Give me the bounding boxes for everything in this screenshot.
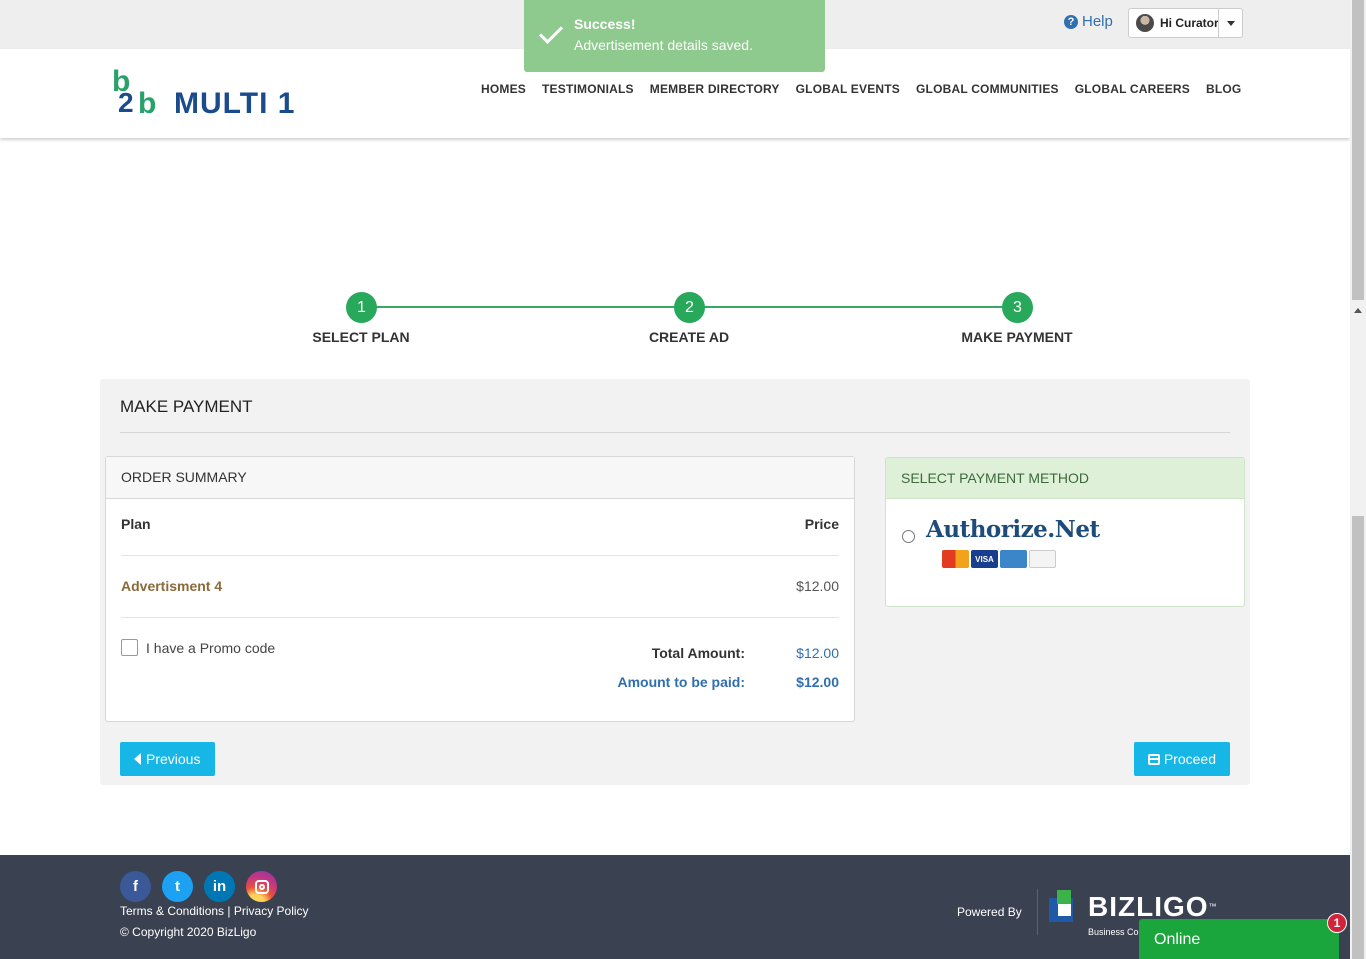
nav-testimonials[interactable]: TESTIMONIALS <box>534 82 642 96</box>
logo-mark: b 2 b <box>112 67 170 123</box>
order-summary-card: ORDER SUMMARY Plan Price Advertisment 4 … <box>105 456 855 722</box>
toast-message: Advertisement details saved. <box>574 37 753 53</box>
proceed-label: Proceed <box>1163 751 1216 767</box>
scrollbar-thumb[interactable] <box>1352 516 1364 959</box>
nav-global-careers[interactable]: GLOBAL CAREERS <box>1067 82 1198 96</box>
avatar <box>1136 14 1154 32</box>
promo-code-label: I have a Promo code <box>146 639 276 656</box>
step-2-label: CREATE AD <box>648 329 730 345</box>
previous-label: Previous <box>146 751 201 767</box>
user-menu-toggle[interactable] <box>1218 9 1242 37</box>
divider <box>121 617 839 618</box>
chat-notification-badge: 1 <box>1327 913 1347 933</box>
terms-link[interactable]: Terms & Conditions <box>120 904 224 918</box>
payment-method-heading: SELECT PAYMENT METHOD <box>886 458 1244 499</box>
main-nav: HOMES TESTIMONIALS MEMBER DIRECTORY GLOB… <box>473 82 1249 96</box>
plan-price: $12.00 <box>796 578 839 594</box>
credit-card-icon <box>1148 753 1160 765</box>
bizligo-tm: ™ <box>1208 902 1217 911</box>
visa-icon: VISA <box>971 550 998 568</box>
nav-global-communities[interactable]: GLOBAL COMMUNITIES <box>908 82 1067 96</box>
divider <box>120 432 1230 433</box>
total-amount-value: $12.00 <box>796 645 839 661</box>
user-menu-button[interactable]: Hi Curator <box>1128 8 1243 38</box>
price-column-header: Price <box>804 516 839 532</box>
step-1-label: SELECT PLAN <box>312 329 410 345</box>
arrow-left-icon <box>134 753 141 765</box>
linkedin-icon[interactable]: in <box>204 871 235 902</box>
bizligo-mark-icon <box>1049 890 1082 923</box>
bizligo-wordmark: BIZLIGO <box>1088 890 1209 922</box>
powered-by-label: Powered By <box>957 905 1022 919</box>
promo-code-checkbox[interactable] <box>121 639 138 656</box>
step-1-circle: 1 <box>346 292 377 323</box>
step-connector <box>361 306 689 308</box>
logo-text: MULTI 1 <box>174 87 296 120</box>
help-label: Help <box>1082 13 1113 30</box>
privacy-link[interactable]: Privacy Policy <box>234 904 309 918</box>
step-3-label: MAKE PAYMENT <box>961 329 1073 345</box>
nav-member-directory[interactable]: MEMBER DIRECTORY <box>642 82 788 96</box>
help-link[interactable]: ? Help <box>1064 13 1113 30</box>
facebook-icon[interactable]: f <box>120 871 151 902</box>
logo-mark-b-bottom: b <box>138 87 157 120</box>
footer-separator: | <box>227 904 231 918</box>
chat-widget[interactable]: Online <box>1139 919 1339 959</box>
plan-name: Advertisment 4 <box>121 578 223 594</box>
twitter-icon[interactable]: t <box>162 871 193 902</box>
amount-to-pay-value: $12.00 <box>796 674 839 690</box>
nav-homes[interactable]: HOMES <box>473 82 534 96</box>
promo-code-toggle[interactable]: I have a Promo code <box>121 639 275 656</box>
bizligo-tagline: Business Co <box>1088 927 1139 937</box>
footer-links: Terms & Conditions | Privacy Policy <box>120 904 309 918</box>
nav-global-events[interactable]: GLOBAL EVENTS <box>788 82 908 96</box>
divider <box>121 555 839 556</box>
step-3-circle: 3 <box>1002 292 1033 323</box>
divider <box>1037 889 1038 935</box>
authorize-net-radio[interactable] <box>902 530 915 543</box>
user-greeting: Hi Curator <box>1160 16 1219 30</box>
amount-to-pay-label: Amount to be paid: <box>617 674 745 690</box>
progress-steps: 1 2 3 SELECT PLAN CREATE AD MAKE PAYMENT <box>0 290 1350 350</box>
instagram-icon[interactable] <box>246 871 277 902</box>
discover-icon <box>1029 550 1056 568</box>
question-circle-icon: ? <box>1064 14 1078 29</box>
check-icon <box>538 19 564 45</box>
payment-method-card: SELECT PAYMENT METHOD Authorize.Net VISA <box>885 457 1245 607</box>
mastercard-icon <box>942 550 969 568</box>
scroll-up-arrow-icon[interactable] <box>1354 308 1362 313</box>
toast-title: Success! <box>574 16 636 32</box>
payment-panel: MAKE PAYMENT ORDER SUMMARY Plan Price Ad… <box>100 379 1250 785</box>
accepted-cards: VISA <box>942 550 1056 568</box>
step-2-circle: 2 <box>674 292 705 323</box>
order-summary-heading: ORDER SUMMARY <box>106 457 854 499</box>
authorize-net-logo[interactable]: Authorize.Net <box>926 516 1100 543</box>
scrollbar-thumb[interactable] <box>1352 0 1364 300</box>
chat-status-label: Online <box>1154 931 1201 948</box>
nav-blog[interactable]: BLOG <box>1198 82 1249 96</box>
copyright: © Copyright 2020 BizLigo <box>120 925 257 939</box>
caret-down-icon <box>1226 20 1235 26</box>
previous-button[interactable]: Previous <box>120 742 215 776</box>
plan-column-header: Plan <box>121 516 151 532</box>
instagram-glyph <box>254 879 269 894</box>
amex-icon <box>1000 550 1027 568</box>
page-title: MAKE PAYMENT <box>120 397 253 416</box>
step-connector <box>689 306 1017 308</box>
logo-mark-2: 2 <box>118 87 134 118</box>
success-toast[interactable]: Success! Advertisement details saved. <box>524 0 825 72</box>
social-links: f t in <box>120 871 277 902</box>
site-logo[interactable]: b 2 b MULTI 1 <box>112 63 295 123</box>
total-amount-label: Total Amount: <box>651 645 745 661</box>
proceed-button[interactable]: Proceed <box>1134 742 1230 776</box>
